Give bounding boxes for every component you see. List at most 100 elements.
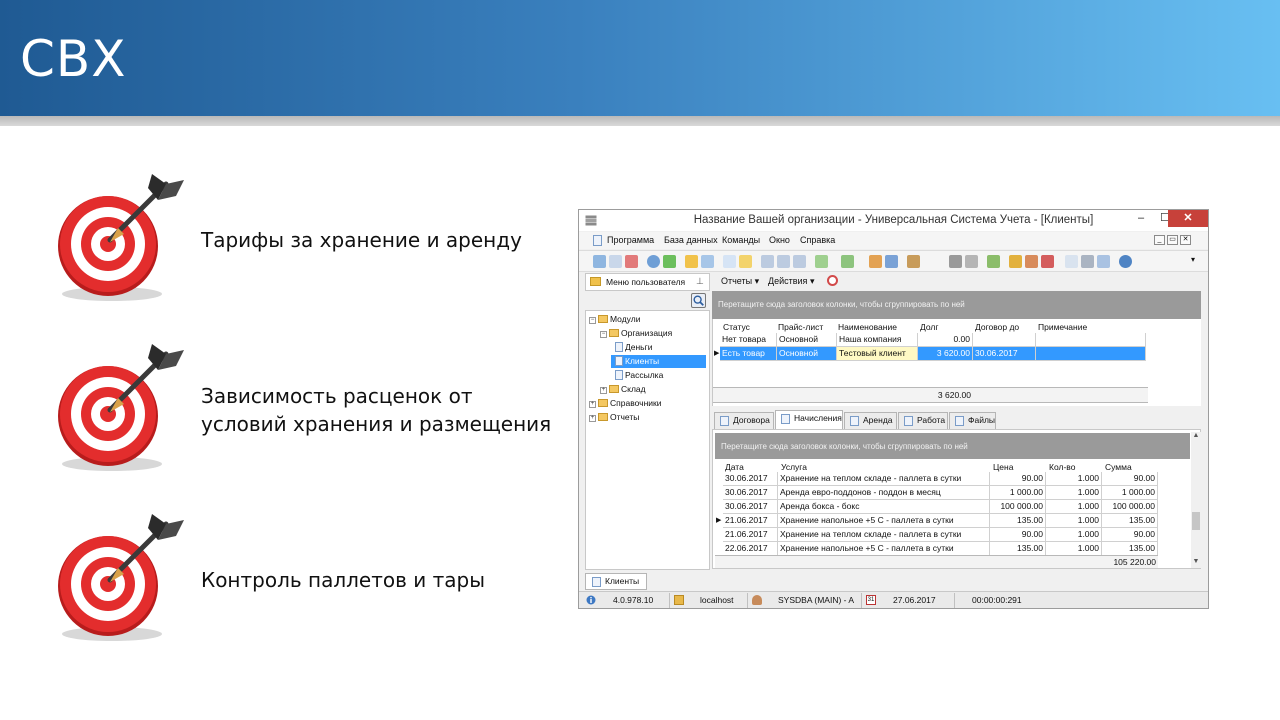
tab-rent[interactable]: Аренда — [844, 412, 897, 429]
column-header[interactable]: Договор до — [975, 322, 1019, 332]
scroll-up-icon[interactable]: ▲ — [1191, 432, 1201, 439]
tree-item[interactable]: − Организация — [600, 327, 672, 340]
tab-clients-window[interactable]: Клиенты — [585, 573, 647, 590]
cell-debt: 3 620.00 — [918, 347, 973, 361]
lock-icon[interactable] — [1009, 255, 1022, 268]
tools-icon[interactable] — [949, 255, 962, 268]
import-icon[interactable] — [907, 255, 920, 268]
calendar-icon[interactable] — [1065, 255, 1078, 268]
column-header[interactable]: Наименование — [838, 322, 897, 332]
grid-cell: Хранение на теплом складе - паллета в су… — [778, 528, 990, 542]
settings-icon[interactable] — [965, 255, 978, 268]
close-button[interactable]: ✕ — [1168, 210, 1208, 227]
grid-cell: 1 000.00 — [990, 486, 1046, 500]
arrow-top-icon[interactable] — [793, 255, 806, 268]
note-icon[interactable] — [739, 255, 752, 268]
folder-open-icon[interactable] — [869, 255, 882, 268]
title-bar[interactable]: Название Вашей организации - Универсальн… — [579, 210, 1208, 231]
menu-help[interactable]: Справка — [800, 235, 835, 245]
tab-contracts[interactable]: Договора — [714, 412, 774, 429]
tree-item[interactable]: + Склад — [600, 383, 646, 396]
column-header[interactable]: Статус — [723, 322, 750, 332]
arrow-down-icon[interactable] — [761, 255, 774, 268]
collapse-icon[interactable]: − — [589, 317, 596, 324]
share-icon[interactable] — [1097, 255, 1110, 268]
charges-grid: Дата Услуга Цена Кол-во Сумма 30.06.2017 Хране… — [715, 459, 1190, 568]
new-record-icon[interactable] — [593, 255, 606, 268]
folder-icon — [598, 399, 608, 407]
vertical-scrollbar[interactable]: ▲ ▼ — [1191, 432, 1201, 568]
menu-window[interactable]: Окно — [769, 235, 790, 245]
document-icon — [592, 577, 601, 587]
group-by-panel[interactable]: Перетащите сюда заголовок колонки, чтобы… — [715, 433, 1190, 459]
column-header[interactable]: Кол-во — [1049, 462, 1075, 472]
cell-name: Наша компания — [837, 333, 918, 347]
tree-item[interactable]: − Модули — [589, 313, 640, 326]
bullet-1-text: Тарифы за хранение и аренду — [201, 228, 522, 252]
group-by-panel[interactable]: Перетащите сюда заголовок колонки, чтобы… — [712, 291, 1201, 319]
users-icon[interactable] — [1025, 255, 1038, 268]
tree-item[interactable]: Рассылка — [611, 369, 663, 382]
actions-dropdown[interactable]: Действия ▾ — [768, 276, 814, 287]
picture-icon[interactable] — [987, 255, 1000, 268]
export-icon[interactable] — [815, 255, 828, 268]
menu-database[interactable]: База данных — [664, 235, 718, 245]
date-text: 27.06.2017 — [893, 595, 936, 605]
print-icon[interactable] — [1081, 255, 1094, 268]
minimize-button[interactable]: – — [1130, 210, 1152, 227]
tab-work[interactable]: Работа — [898, 412, 948, 429]
grid-cell: 30.06.2017 — [723, 500, 778, 514]
tree-item[interactable]: + Отчеты — [589, 411, 639, 424]
reports-dropdown[interactable]: Отчеты ▾ — [721, 276, 759, 287]
expand-icon[interactable]: + — [589, 401, 596, 408]
pin-icon[interactable]: ⊥ — [696, 276, 704, 287]
stop-icon[interactable] — [827, 275, 838, 286]
status-separator — [861, 593, 862, 608]
tree-item[interactable]: Клиенты — [611, 355, 706, 368]
column-header[interactable]: Прайс-лист — [778, 322, 823, 332]
tree-item[interactable]: + Справочники — [589, 397, 662, 410]
tab-charges[interactable]: Начисления — [775, 410, 843, 429]
window-icon[interactable] — [885, 255, 898, 268]
copy-icon[interactable] — [609, 255, 622, 268]
refresh-icon[interactable] — [663, 255, 676, 268]
column-header[interactable]: Цена — [993, 462, 1013, 472]
detail-tabs: Договора Начисления Аренда Работа Файлы — [712, 410, 1202, 429]
menu-program[interactable]: Программа — [607, 235, 654, 245]
document-export-icon[interactable] — [841, 255, 854, 268]
bullet-1: Тарифы за хранение и аренду — [54, 166, 554, 306]
scrollbar-thumb[interactable] — [1192, 512, 1200, 530]
delete-icon[interactable] — [625, 255, 638, 268]
expand-icon[interactable]: + — [600, 387, 607, 394]
mdi-restore-icon[interactable]: ▭ — [1167, 235, 1178, 245]
column-header[interactable]: Услуга — [781, 462, 807, 472]
cell-name[interactable]: Тестовый клиент — [837, 347, 918, 361]
tab-files[interactable]: Файлы — [949, 412, 996, 429]
toolbar-overflow-icon[interactable]: ▾ — [1191, 255, 1204, 268]
column-header[interactable]: Долг — [920, 322, 938, 332]
scroll-down-icon[interactable]: ▼ — [1191, 558, 1201, 565]
column-header[interactable]: Дата — [725, 462, 744, 472]
grid-footer: 3 620.00 — [713, 387, 1148, 403]
column-header[interactable]: Сумма — [1105, 462, 1132, 472]
filter-icon[interactable] — [685, 255, 698, 268]
insert-icon[interactable] — [723, 255, 736, 268]
search-icon[interactable] — [647, 255, 660, 268]
sort-icon[interactable] — [701, 255, 714, 268]
menu-commands[interactable]: Команды — [722, 235, 760, 245]
link-icon[interactable] — [1041, 255, 1054, 268]
column-header[interactable]: Примечание — [1038, 322, 1087, 332]
collapse-icon[interactable]: − — [600, 331, 607, 338]
tree-item-label: Справочники — [610, 398, 662, 408]
user-text: SYSDBA (MAIN) - A — [778, 595, 855, 605]
search-icon[interactable] — [691, 293, 706, 308]
expand-icon[interactable]: + — [589, 415, 596, 422]
folder-icon — [598, 413, 608, 421]
grid-cell: 21.06.2017 — [723, 514, 778, 528]
mdi-minimize-icon[interactable]: _ — [1154, 235, 1165, 245]
info-icon[interactable] — [1119, 255, 1132, 268]
arrow-up-icon[interactable] — [777, 255, 790, 268]
cell-note — [1036, 347, 1146, 361]
tree-item[interactable]: Деньги — [611, 341, 652, 354]
mdi-close-icon[interactable]: ✕ — [1180, 235, 1191, 245]
